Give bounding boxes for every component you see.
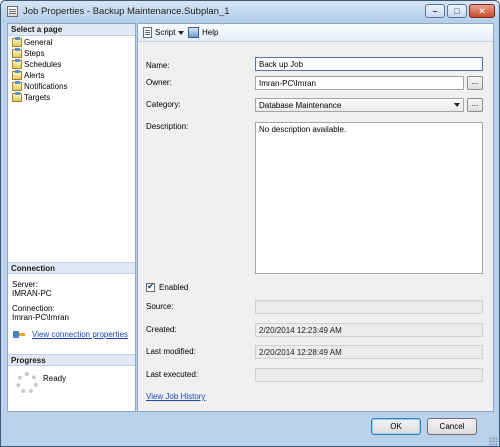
ok-button[interactable]: OK (371, 418, 421, 435)
script-dropdown-arrow-icon[interactable] (178, 31, 184, 35)
name-input[interactable]: Back up Job (255, 57, 483, 71)
last-executed-value (255, 368, 483, 382)
page-item-targets[interactable]: Targets (12, 92, 50, 103)
left-pane: Select a page General Steps Schedules Al… (7, 23, 136, 412)
connection-properties-icon (13, 329, 25, 340)
minimize-icon: – (432, 6, 438, 16)
category-browse-button[interactable]: ... (467, 98, 483, 112)
checkmark-icon: ✔ (147, 281, 155, 291)
general-page: Script Help Name: Back up Job Owner: Imr… (137, 23, 494, 412)
toolbar: Script Help (138, 24, 493, 42)
job-properties-window: Job Properties - Backup Maintenance.Subp… (0, 0, 500, 447)
page-icon (12, 37, 22, 47)
name-label: Name: (146, 61, 170, 70)
page-item-label: Notifications (24, 82, 68, 91)
page-item-general[interactable]: General (12, 37, 52, 48)
progress-spinner-icon (16, 372, 38, 394)
source-value (255, 300, 483, 314)
page-item-schedules[interactable]: Schedules (12, 59, 61, 70)
enabled-label: Enabled (159, 283, 189, 292)
page-item-label: Steps (24, 49, 45, 58)
window-title: Job Properties - Backup Maintenance.Subp… (23, 6, 230, 17)
connection-value: Imran-PC\Imran (12, 313, 69, 322)
resize-grip-icon[interactable] (489, 437, 498, 446)
page-icon (12, 81, 22, 91)
help-icon (188, 27, 199, 38)
chevron-down-icon (454, 103, 460, 107)
page-item-steps[interactable]: Steps (12, 48, 44, 59)
minimize-button[interactable]: – (425, 4, 445, 18)
page-item-label: Schedules (24, 60, 62, 69)
page-item-label: Alerts (24, 71, 45, 80)
server-label: Server: (12, 280, 38, 289)
last-modified-value: 2/20/2014 12:28:49 AM (255, 345, 483, 359)
enabled-checkbox[interactable]: ✔ (146, 281, 155, 292)
owner-input[interactable]: Imran-PC\Imran (255, 76, 464, 90)
select-page-header: Select a page (8, 24, 135, 36)
source-label: Source: (146, 302, 174, 311)
owner-browse-button[interactable]: ... (467, 76, 483, 90)
created-label: Created: (146, 325, 177, 334)
page-icon (12, 48, 22, 58)
page-icon (12, 59, 22, 69)
script-button[interactable]: Script (155, 28, 175, 37)
page-item-notifications[interactable]: Notifications (12, 81, 68, 92)
maximize-button[interactable]: □ (447, 4, 467, 18)
page-icon (12, 70, 22, 80)
cancel-button[interactable]: Cancel (427, 418, 477, 435)
title-bar[interactable]: Job Properties - Backup Maintenance.Subp… (1, 1, 499, 23)
script-icon (143, 27, 152, 38)
help-button[interactable]: Help (202, 28, 218, 37)
close-icon: ✕ (478, 6, 486, 16)
window-app-icon (7, 6, 18, 17)
progress-status: Ready (43, 374, 67, 383)
owner-label: Owner: (146, 78, 172, 87)
view-job-history-link[interactable]: View Job History (146, 392, 205, 401)
connection-header: Connection (8, 262, 135, 274)
category-select[interactable]: Database Maintenance (255, 98, 464, 112)
page-item-label: Targets (24, 93, 51, 102)
category-label: Category: (146, 100, 181, 109)
description-textarea[interactable]: No description available. (255, 122, 483, 274)
connection-label: Connection: (12, 304, 55, 313)
last-modified-label: Last modified: (146, 347, 196, 356)
category-selected-value: Database Maintenance (259, 101, 342, 110)
page-item-alerts[interactable]: Alerts (12, 70, 44, 81)
progress-header: Progress (8, 354, 135, 366)
view-connection-properties-link[interactable]: View connection properties (32, 330, 128, 339)
description-label: Description: (146, 122, 189, 131)
maximize-icon: □ (454, 6, 460, 16)
page-item-label: General (24, 38, 53, 47)
last-executed-label: Last executed: (146, 370, 199, 379)
close-button[interactable]: ✕ (469, 4, 495, 18)
created-value: 2/20/2014 12:23:49 AM (255, 323, 483, 337)
server-value: IMRAN-PC (12, 289, 52, 298)
page-icon (12, 92, 22, 102)
